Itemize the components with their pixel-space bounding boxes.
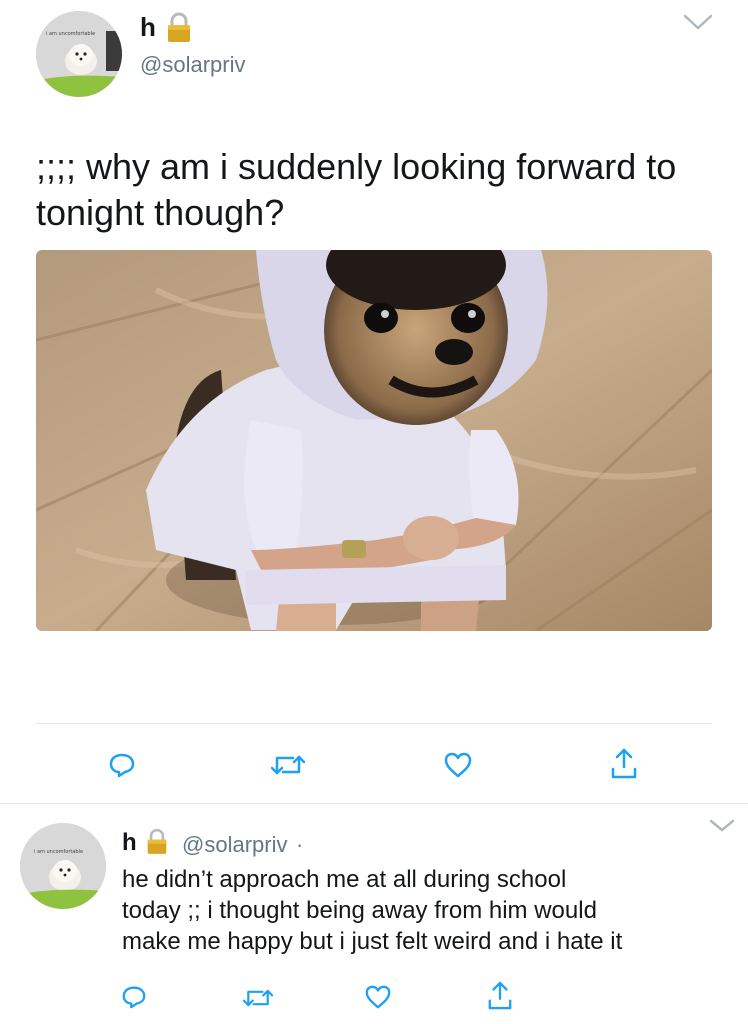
tweet-text-line: he didn’t approach me at all during scho… xyxy=(122,866,567,893)
tweet-text: ;;;; why am i suddenly looking forward t… xyxy=(36,144,726,236)
tweet-text-line: ;;;; why am i suddenly looking forward t… xyxy=(36,146,677,187)
display-name[interactable]: h xyxy=(122,829,137,857)
heart-icon[interactable] xyxy=(362,981,394,1013)
reply-text: he didn’t approach me at all during scho… xyxy=(122,864,742,957)
tweet-text-line: today ;; i thought being away from him w… xyxy=(122,897,597,924)
heart-icon[interactable] xyxy=(440,747,476,783)
separator-dot: · xyxy=(296,832,304,857)
user-handle[interactable]: @solarpriv xyxy=(140,52,245,78)
avatar[interactable]: i am uncomfortable xyxy=(36,11,122,97)
retweet-icon[interactable] xyxy=(268,747,308,783)
tweet-text-line: make me happy but i just felt weird and … xyxy=(122,928,623,955)
retweet-icon[interactable] xyxy=(240,983,276,1013)
avatar[interactable]: i am uncomfortable xyxy=(20,823,106,909)
chevron-down-icon[interactable] xyxy=(682,12,714,37)
chevron-down-icon[interactable] xyxy=(708,818,736,839)
share-icon[interactable] xyxy=(484,978,516,1014)
reply-icon[interactable] xyxy=(118,981,150,1013)
reply-icon[interactable] xyxy=(104,747,140,783)
display-name[interactable]: h xyxy=(140,12,156,43)
share-icon[interactable] xyxy=(606,744,642,784)
lock-icon xyxy=(166,12,192,49)
divider xyxy=(0,803,748,804)
tweet-text-line: tonight though? xyxy=(36,192,285,233)
user-handle[interactable]: @solarpriv xyxy=(182,832,287,858)
tweet-photo[interactable] xyxy=(36,250,712,631)
avatar-caption: i am uncomfortable xyxy=(34,849,83,855)
lock-icon xyxy=(146,828,168,861)
divider xyxy=(36,723,712,724)
avatar-caption: i am uncomfortable xyxy=(46,31,95,37)
